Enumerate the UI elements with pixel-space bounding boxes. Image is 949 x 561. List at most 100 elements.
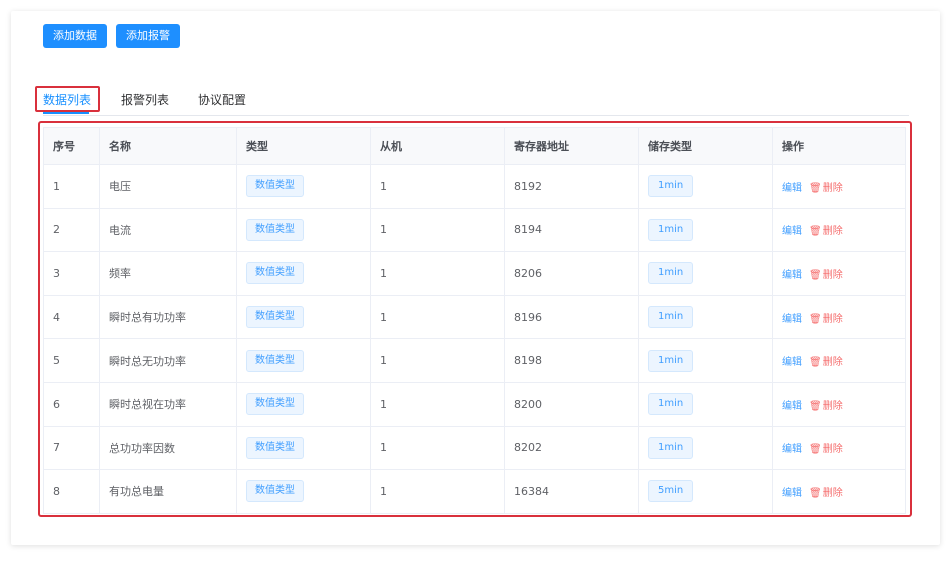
cell-actions: 编辑 🗑删除: [772, 294, 906, 340]
cell-storage: 1min: [638, 425, 773, 471]
cell-slave: 1: [370, 425, 505, 471]
cell-storage: 5min: [638, 469, 773, 514]
type-tag: 数值类型: [246, 436, 304, 459]
delete-link[interactable]: 🗑删除: [809, 183, 843, 194]
type-tag: 数值类型: [246, 218, 304, 241]
cell-slave: 1: [370, 164, 505, 209]
cell-name: 频率: [99, 251, 237, 296]
table-row: 8 有功总电量 数值类型 1 16384 5min 编辑 🗑删除: [43, 469, 906, 514]
delete-link[interactable]: 🗑删除: [809, 401, 843, 412]
cell-actions: 编辑 🗑删除: [772, 164, 906, 209]
header-slave: 从机: [370, 127, 505, 165]
delete-link[interactable]: 🗑删除: [809, 270, 843, 281]
cell-slave: 1: [370, 338, 505, 383]
trash-icon: 🗑: [809, 487, 822, 499]
add-data-button[interactable]: 添加数据: [43, 24, 107, 48]
table-row: 7 总功功率因数 数值类型 1 8202 1min 编辑 🗑删除: [43, 425, 906, 471]
tab-alarm-list[interactable]: 报警列表: [121, 92, 169, 108]
edit-link[interactable]: 编辑: [782, 488, 802, 499]
cell-storage: 1min: [638, 381, 773, 427]
type-tag: 数值类型: [246, 349, 304, 372]
tab-bar: 数据列表 报警列表 协议配置: [43, 92, 909, 116]
storage-tag: 1min: [648, 175, 694, 198]
type-tag: 数值类型: [246, 480, 304, 503]
cell-index: 4: [43, 294, 100, 340]
cell-index: 3: [43, 251, 100, 296]
delete-label: 删除: [822, 400, 843, 412]
trash-icon: 🗑: [809, 400, 822, 412]
type-tag: 数值类型: [246, 393, 304, 416]
cell-type: 数值类型: [236, 425, 371, 471]
cell-name: 瞬时总无功功率: [99, 338, 237, 383]
type-tag: 数值类型: [246, 262, 304, 285]
trash-icon: 🗑: [809, 313, 822, 325]
edit-link[interactable]: 编辑: [782, 444, 802, 455]
table-row: 3 频率 数值类型 1 8206 1min 编辑 🗑删除: [43, 251, 906, 296]
cell-actions: 编辑 🗑删除: [772, 425, 906, 471]
delete-label: 删除: [822, 313, 843, 325]
cell-name: 瞬时总有功功率: [99, 294, 237, 340]
tab-protocol-config[interactable]: 协议配置: [198, 92, 246, 108]
cell-type: 数值类型: [236, 294, 371, 340]
cell-address: 8192: [504, 164, 639, 209]
cell-address: 8198: [504, 338, 639, 383]
delete-link[interactable]: 🗑删除: [809, 444, 843, 455]
cell-actions: 编辑 🗑删除: [772, 381, 906, 427]
edit-link[interactable]: 编辑: [782, 226, 802, 237]
delete-link[interactable]: 🗑删除: [809, 226, 843, 237]
edit-link[interactable]: 编辑: [782, 401, 802, 412]
trash-icon: 🗑: [809, 182, 822, 194]
type-tag: 数值类型: [246, 175, 304, 198]
tab-data-list[interactable]: 数据列表: [43, 92, 91, 108]
storage-tag: 1min: [648, 218, 694, 241]
edit-link[interactable]: 编辑: [782, 357, 802, 368]
table-row: 1 电压 数值类型 1 8192 1min 编辑 🗑删除: [43, 164, 906, 209]
delete-label: 删除: [822, 182, 843, 194]
type-tag: 数值类型: [246, 306, 304, 329]
cell-index: 7: [43, 425, 100, 471]
table-row: 5 瞬时总无功功率 数值类型 1 8198 1min 编辑 🗑删除: [43, 338, 906, 383]
delete-link[interactable]: 🗑删除: [809, 357, 843, 368]
delete-label: 删除: [822, 444, 843, 456]
cell-index: 8: [43, 469, 100, 514]
table-header-row: 序号 名称 类型 从机 寄存器地址 储存类型 操作: [43, 127, 906, 165]
cell-address: 8202: [504, 425, 639, 471]
storage-tag: 1min: [648, 393, 694, 416]
header-actions: 操作: [772, 127, 906, 165]
delete-label: 删除: [822, 226, 843, 238]
trash-icon: 🗑: [809, 269, 822, 281]
delete-label: 删除: [822, 269, 843, 281]
table-row: 4 瞬时总有功功率 数值类型 1 8196 1min 编辑 🗑删除: [43, 294, 906, 340]
cell-address: 8206: [504, 251, 639, 296]
edit-link[interactable]: 编辑: [782, 314, 802, 325]
cell-name: 电流: [99, 207, 237, 253]
delete-link[interactable]: 🗑删除: [809, 314, 843, 325]
cell-type: 数值类型: [236, 338, 371, 383]
cell-address: 8194: [504, 207, 639, 253]
storage-tag: 1min: [648, 349, 694, 372]
cell-address: 16384: [504, 469, 639, 514]
edit-link[interactable]: 编辑: [782, 270, 802, 281]
delete-link[interactable]: 🗑删除: [809, 488, 843, 499]
cell-type: 数值类型: [236, 381, 371, 427]
header-index: 序号: [43, 127, 100, 165]
cell-type: 数值类型: [236, 469, 371, 514]
edit-link[interactable]: 编辑: [782, 183, 802, 194]
table-row: 2 电流 数值类型 1 8194 1min 编辑 🗑删除: [43, 207, 906, 253]
delete-label: 删除: [822, 357, 843, 369]
storage-tag: 1min: [648, 262, 694, 285]
cell-storage: 1min: [638, 207, 773, 253]
cell-address: 8200: [504, 381, 639, 427]
add-alarm-button[interactable]: 添加报警: [116, 24, 180, 48]
cell-name: 电压: [99, 164, 237, 209]
cell-index: 1: [43, 164, 100, 209]
cell-type: 数值类型: [236, 164, 371, 209]
cell-slave: 1: [370, 294, 505, 340]
cell-storage: 1min: [638, 294, 773, 340]
storage-tag: 5min: [648, 480, 694, 503]
header-storage: 储存类型: [638, 127, 773, 165]
cell-storage: 1min: [638, 164, 773, 209]
table-row: 6 瞬时总视在功率 数值类型 1 8200 1min 编辑 🗑删除: [43, 381, 906, 427]
cell-slave: 1: [370, 469, 505, 514]
cell-name: 瞬时总视在功率: [99, 381, 237, 427]
